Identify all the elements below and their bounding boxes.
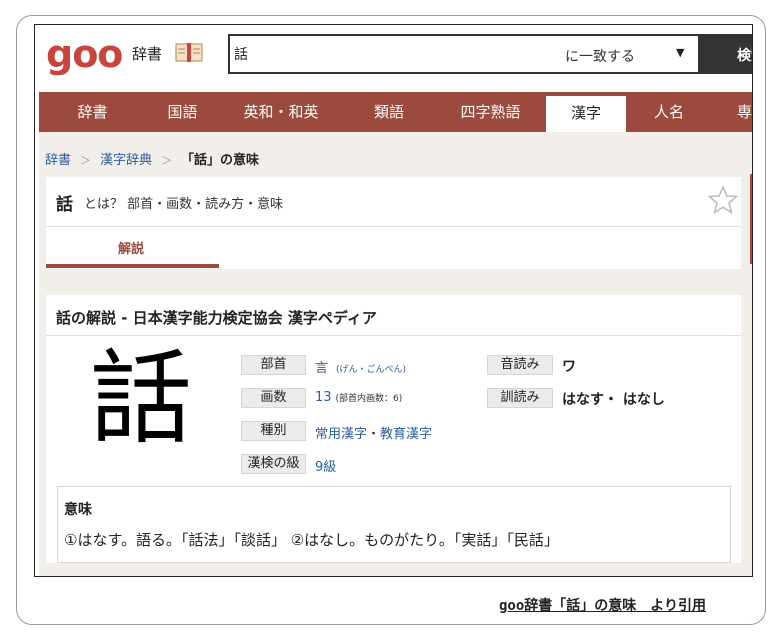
title-card: 話 とは？ 部首・画数・読み方・意味 解説 bbox=[46, 177, 741, 269]
value-on: ワ bbox=[562, 359, 576, 375]
tab-kaisetsu[interactable]: 解説 bbox=[118, 238, 144, 257]
match-mode-select[interactable]: に一致する bbox=[565, 46, 635, 66]
search-button[interactable]: 検索 bbox=[700, 34, 752, 74]
meaning-text: ①はなす。語る。「話法」「談話」 ②はなし。ものがたり。「実話」「民話」 bbox=[64, 531, 559, 549]
page-subtitle: とは？ 部首・画数・読み方・意味 bbox=[84, 197, 284, 212]
value-bushu[interactable]: 言 (げん・ごんべん) bbox=[315, 357, 406, 376]
divider bbox=[46, 335, 741, 336]
kanji-entry-card: 話の解説 - 日本漢字能力検定協会 漢字ペディア 話 部首 言 (げん・ごんべん)… bbox=[46, 295, 741, 563]
active-tab-indicator bbox=[46, 264, 219, 268]
tab-kanji[interactable]: 漢字 bbox=[546, 96, 626, 132]
divider bbox=[46, 226, 741, 227]
value-kyu[interactable]: 9級 bbox=[315, 456, 336, 475]
meaning-box: 意味 ①はなす。語る。「話法」「談話」 ②はなし。ものがたり。「実話」「民話」 bbox=[57, 486, 731, 563]
label-kyu: 漢検の級 bbox=[241, 454, 306, 474]
breadcrumb: 辞書 ＞ 漢字辞典 ＞ 「話」の意味 bbox=[45, 149, 259, 168]
breadcrumb-current: 「話」の意味 bbox=[181, 153, 260, 168]
shubetsu-separator: ・ bbox=[367, 427, 381, 442]
tab-kokugo[interactable]: 国語 bbox=[146, 92, 219, 132]
bushu-value[interactable]: 言 bbox=[315, 361, 328, 376]
tab-eiwa-waei[interactable]: 英和・和英 bbox=[219, 92, 343, 132]
screenshot-window: goo 辞書 に一致する ▼ 検索 辞書 国語 英和・和英 類語 四字熟語 漢字… bbox=[34, 24, 753, 577]
goo-logo[interactable]: goo bbox=[46, 31, 123, 77]
category-nav: 辞書 国語 英和・和英 類語 四字熟語 漢字 人名 専門 bbox=[39, 92, 752, 132]
label-bushu: 部首 bbox=[241, 355, 306, 375]
value-shubetsu: 常用漢字・教育漢字 bbox=[315, 423, 432, 442]
header: goo 辞書 に一致する ▼ 検索 bbox=[35, 25, 752, 91]
bushu-note: (げん・ごんべん) bbox=[336, 365, 407, 375]
chevron-right-icon: ＞ bbox=[161, 154, 173, 167]
book-icon bbox=[175, 43, 203, 62]
label-kun: 訓読み bbox=[487, 388, 553, 408]
chevron-right-icon: ＞ bbox=[80, 154, 92, 167]
search-box: に一致する ▼ bbox=[228, 34, 700, 74]
tab-ruigo[interactable]: 類語 bbox=[343, 92, 435, 132]
value-kun: はなす・ はなし bbox=[562, 392, 665, 408]
dictionary-label: 辞書 bbox=[132, 45, 163, 63]
kakusu-value[interactable]: 13 bbox=[315, 390, 332, 405]
value-kakusu[interactable]: 13 (部首内画数：6) bbox=[315, 390, 402, 405]
content-area: 辞書 ＞ 漢字辞典 ＞ 「話」の意味 話 とは？ 部首・画数・読み方・意味 解説 話の解… bbox=[39, 132, 752, 576]
label-kakusu: 画数 bbox=[241, 388, 306, 408]
shubetsu-link-kyoiku[interactable]: 教育漢字 bbox=[380, 427, 432, 442]
section-title: 話の解説 - 日本漢字能力検定協会 漢字ペディア bbox=[56, 309, 377, 327]
tab-yojijukugo[interactable]: 四字熟語 bbox=[435, 92, 546, 132]
star-icon[interactable] bbox=[708, 185, 738, 215]
search-input[interactable] bbox=[234, 44, 534, 64]
breadcrumb-link-kanji[interactable]: 漢字辞典 bbox=[100, 153, 152, 168]
label-shubetsu: 種別 bbox=[241, 421, 306, 441]
label-on: 音読み bbox=[487, 355, 553, 375]
scroll-indicator bbox=[750, 174, 752, 264]
breadcrumb-link-jisho[interactable]: 辞書 bbox=[45, 153, 71, 168]
meaning-title: 意味 bbox=[64, 502, 92, 518]
kanji-display: 話 bbox=[90, 340, 192, 459]
dropdown-arrow-icon[interactable]: ▼ bbox=[676, 46, 684, 59]
tab-jisho[interactable]: 辞書 bbox=[39, 92, 146, 132]
kakusu-note: (部首内画数：6) bbox=[335, 394, 403, 404]
tab-senmon[interactable]: 専門 bbox=[712, 92, 752, 132]
shubetsu-link-joyo[interactable]: 常用漢字 bbox=[315, 427, 367, 442]
page-title: 話 bbox=[56, 195, 73, 215]
citation-link[interactable]: goo辞書「話」の意味 より引用 bbox=[499, 595, 706, 615]
tab-jinmei[interactable]: 人名 bbox=[626, 92, 712, 132]
